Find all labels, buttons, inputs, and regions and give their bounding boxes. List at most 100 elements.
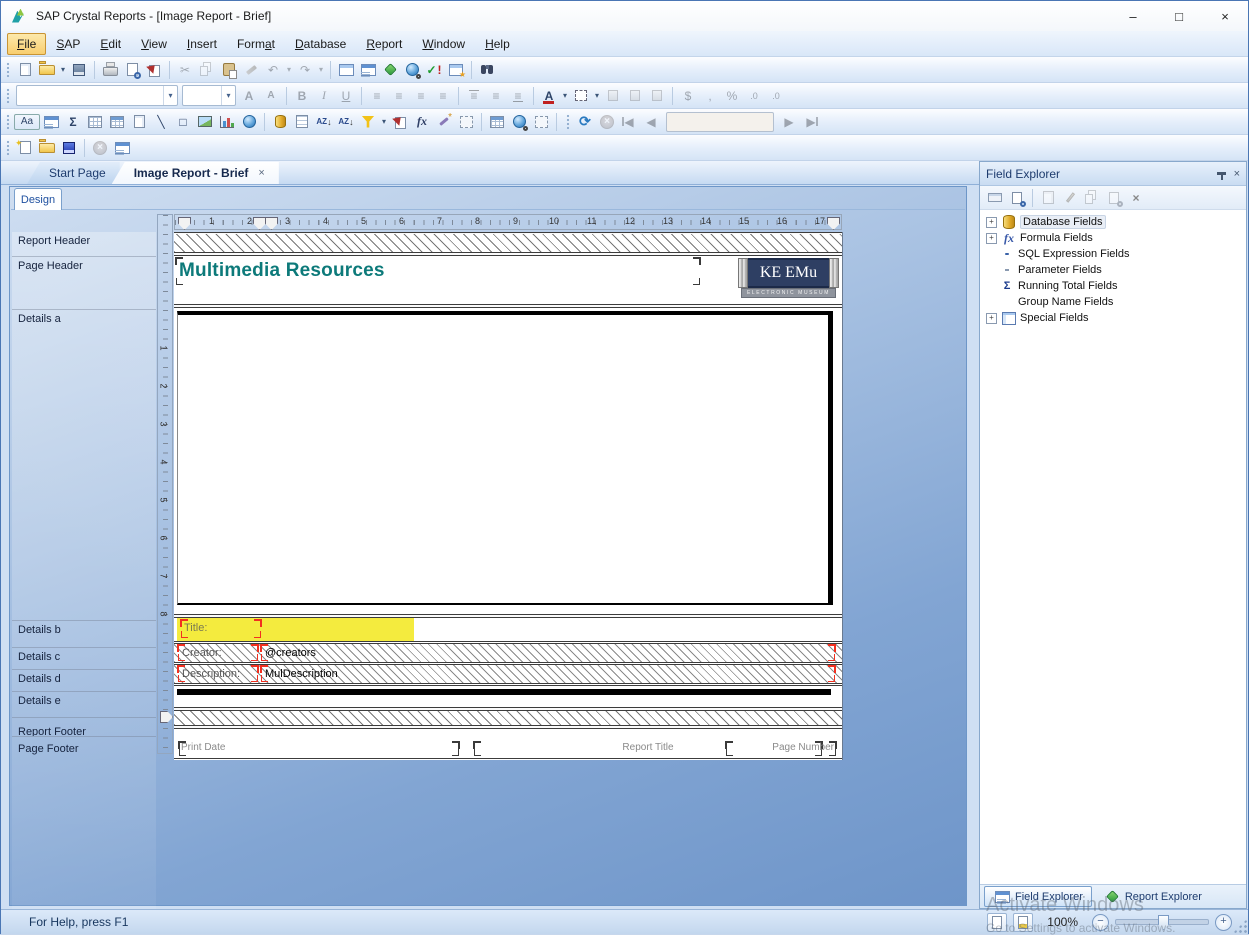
- grow-font-icon[interactable]: A: [238, 86, 260, 106]
- section-details-e[interactable]: Details e: [12, 692, 156, 718]
- insert-cross-tab-icon[interactable]: [84, 112, 106, 132]
- select-expert-dropdown-icon[interactable]: ▾: [379, 112, 389, 132]
- new-document-icon[interactable]: [14, 60, 36, 80]
- olap-design-icon[interactable]: [455, 112, 477, 132]
- borders-dropdown-icon[interactable]: ▾: [592, 86, 602, 106]
- details-b-band[interactable]: Title:: [174, 618, 842, 641]
- tree-item-database-fields[interactable]: + Database Fields: [980, 214, 1246, 230]
- details-a-band[interactable]: [174, 308, 842, 614]
- currency-icon[interactable]: $: [677, 86, 699, 106]
- combo-dropdown-icon[interactable]: ▾: [163, 86, 177, 105]
- insert-picture-icon[interactable]: [194, 112, 216, 132]
- tab-design[interactable]: Design: [14, 188, 62, 210]
- format-expert-icon[interactable]: [389, 112, 411, 132]
- insert-subreport-icon[interactable]: [128, 112, 150, 132]
- minimize-button[interactable]: –: [1110, 2, 1156, 31]
- page-footer-marker[interactable]: [160, 711, 173, 723]
- lock-format-icon[interactable]: [624, 86, 646, 106]
- font-color-icon[interactable]: A: [538, 86, 560, 106]
- cut-icon[interactable]: ✂: [174, 60, 196, 80]
- menu-view[interactable]: View: [131, 33, 177, 55]
- creator-formula-object[interactable]: @creators: [261, 645, 835, 661]
- indent-marker[interactable]: [253, 217, 266, 230]
- edit-field-icon[interactable]: [1059, 188, 1081, 208]
- grid-options-icon[interactable]: [530, 112, 552, 132]
- zoom-out-button[interactable]: −: [1092, 914, 1109, 931]
- group-sort-expert-icon[interactable]: AZ: [313, 112, 335, 132]
- combo-dropdown-icon[interactable]: ▾: [221, 86, 235, 105]
- field-explorer-window-icon[interactable]: [357, 60, 379, 80]
- vertical-ruler[interactable]: 1 2 3 4 5 6 7 8: [157, 214, 173, 754]
- font-size-combo[interactable]: ▾: [182, 85, 236, 106]
- section-details-a[interactable]: Details a: [12, 310, 156, 621]
- check-dependencies-icon[interactable]: ✓: [423, 60, 445, 80]
- rename-field-icon[interactable]: [1103, 188, 1125, 208]
- tab-start-page[interactable]: Start Page: [27, 162, 120, 184]
- left-margin-marker[interactable]: [178, 217, 191, 230]
- toggle-preview-panel-icon[interactable]: [335, 60, 357, 80]
- tab-close-icon[interactable]: ×: [258, 167, 264, 179]
- expand-icon[interactable]: +: [986, 233, 997, 244]
- section-report-footer[interactable]: Report Footer: [12, 718, 156, 737]
- indent-marker[interactable]: [265, 217, 278, 230]
- expand-icon[interactable]: +: [986, 217, 997, 228]
- band-separator[interactable]: [174, 758, 842, 760]
- insert-group-icon[interactable]: [40, 112, 62, 132]
- pin-icon[interactable]: [1217, 172, 1226, 175]
- report-title-object[interactable]: Multimedia Resources: [176, 258, 700, 285]
- italic-icon[interactable]: I: [313, 86, 335, 106]
- font-color-dropdown-icon[interactable]: ▾: [560, 86, 570, 106]
- new-field-icon[interactable]: [1037, 188, 1059, 208]
- copy-icon[interactable]: [196, 60, 218, 80]
- stop-loading-icon[interactable]: [596, 112, 618, 132]
- horizontal-ruler[interactable]: 1 2 3 4 5 6 7 8 9 10 11 12 13 14 15 16 1…: [174, 214, 842, 230]
- section-page-footer[interactable]: Page Footer: [12, 737, 156, 913]
- print-date-object[interactable]: Print Date: [179, 742, 459, 756]
- font-name-combo[interactable]: ▾: [16, 85, 178, 106]
- menu-database[interactable]: Database: [285, 33, 356, 55]
- details-e-band[interactable]: [174, 686, 842, 707]
- description-label-object[interactable]: Description:: [178, 666, 258, 682]
- description-field-object[interactable]: MulDescription: [261, 666, 835, 682]
- hyperlink-expert-icon[interactable]: [508, 112, 530, 132]
- previous-page-icon[interactable]: ◀: [640, 112, 662, 132]
- increase-decimals-icon[interactable]: .0: [743, 86, 765, 106]
- tree-item-special-fields[interactable]: + Special Fields: [980, 310, 1246, 326]
- redo-icon[interactable]: ↷: [294, 60, 316, 80]
- preview-view-toggle[interactable]: [1013, 913, 1033, 932]
- menu-file[interactable]: File: [7, 33, 46, 55]
- expand-icon[interactable]: +: [986, 313, 997, 324]
- menu-window[interactable]: Window: [412, 33, 475, 55]
- browse-data-icon[interactable]: [1006, 188, 1028, 208]
- details-d-band[interactable]: Description: MulDescription: [174, 665, 842, 683]
- creator-label-object[interactable]: Creator:: [178, 645, 258, 661]
- open-dropdown-icon[interactable]: ▾: [58, 60, 68, 80]
- section-details-b[interactable]: Details b: [12, 621, 156, 648]
- template-expert-icon[interactable]: [486, 112, 508, 132]
- section-details-d[interactable]: Details d: [12, 670, 156, 692]
- open-report-icon[interactable]: [36, 60, 58, 80]
- close-button[interactable]: ×: [1202, 2, 1248, 31]
- tree-item-parameter-fields[interactable]: Parameter Fields: [980, 262, 1246, 278]
- find-icon[interactable]: [476, 60, 498, 80]
- insert-line-icon[interactable]: ╲: [150, 112, 172, 132]
- design-view-toggle[interactable]: [987, 913, 1007, 932]
- page-header-band[interactable]: Multimedia Resources KE EMu ELECTRONIC M…: [174, 256, 842, 304]
- ke-emu-logo[interactable]: KE EMu ELECTRONIC MUSEUM: [738, 258, 839, 298]
- image-placeholder-object[interactable]: [177, 311, 833, 605]
- undo-icon[interactable]: ↶: [262, 60, 284, 80]
- insert-map-icon[interactable]: [238, 112, 260, 132]
- save-file-icon[interactable]: [58, 138, 80, 158]
- menu-insert[interactable]: Insert: [177, 33, 227, 55]
- section-page-header[interactable]: Page Header: [12, 257, 156, 310]
- report-wizard-icon[interactable]: [379, 60, 401, 80]
- panel-close-icon[interactable]: ×: [1234, 168, 1240, 180]
- zoom-in-button[interactable]: +: [1215, 914, 1232, 931]
- tab-image-report-brief[interactable]: Image Report - Brief×: [112, 162, 279, 184]
- print-preview-icon[interactable]: [121, 60, 143, 80]
- suppress-icon[interactable]: [602, 86, 624, 106]
- tree-item-running-total-fields[interactable]: Σ Running Total Fields: [980, 278, 1246, 294]
- database-expert-icon[interactable]: [269, 112, 291, 132]
- delete-field-icon[interactable]: ×: [1125, 188, 1147, 208]
- tab-report-explorer[interactable]: Report Explorer: [1096, 886, 1211, 907]
